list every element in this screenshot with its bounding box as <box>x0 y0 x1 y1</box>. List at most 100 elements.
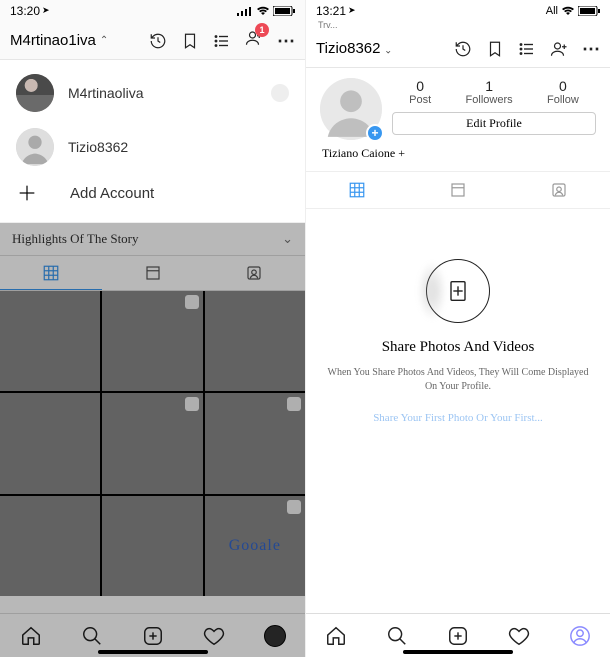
status-icons: All <box>546 5 600 17</box>
multi-post-icon <box>185 295 199 309</box>
account-option-primary[interactable]: M4rtinaoliva <box>0 66 305 120</box>
bookmark-icon[interactable] <box>181 32 199 50</box>
profile-tab-icon[interactable] <box>569 625 591 647</box>
wifi-icon <box>561 6 575 16</box>
feed-icon <box>449 181 467 199</box>
photo-grid <box>0 291 305 596</box>
stat-posts[interactable]: 0Post <box>409 78 431 106</box>
activity-icon[interactable] <box>508 625 530 647</box>
tagged-icon <box>550 181 568 199</box>
status-bar: 13:20 ➤ <box>0 0 305 22</box>
photo-thumbnail[interactable] <box>0 496 100 596</box>
multi-post-icon <box>287 397 301 411</box>
display-name: Tiziano Caione + <box>306 144 610 171</box>
profile-tabs <box>306 171 610 209</box>
tab-grid[interactable] <box>0 256 102 290</box>
network-label: All <box>546 5 558 17</box>
account-switcher[interactable]: M4rtinao1iva ⌃ <box>10 32 108 49</box>
home-icon[interactable] <box>325 625 347 647</box>
chevron-down-icon: ⌄ <box>282 231 293 247</box>
battery-icon <box>273 6 295 16</box>
multi-post-icon <box>185 397 199 411</box>
header-username: M4rtinao1iva <box>10 32 96 49</box>
tab-grid[interactable] <box>306 172 407 208</box>
discover-people-button[interactable]: 1 <box>245 29 263 52</box>
more-icon[interactable]: ⋯ <box>277 32 295 50</box>
profile-avatar[interactable]: + <box>320 78 382 140</box>
photo-thumbnail[interactable] <box>205 393 305 493</box>
add-post-icon[interactable] <box>447 625 469 647</box>
notification-badge: 1 <box>255 23 269 37</box>
account-option-secondary[interactable]: Tizio8362 <box>0 120 305 174</box>
empty-subtitle: When You Share Photos And Videos, They W… <box>326 366 590 394</box>
chevron-down-icon: ⌃ <box>100 35 108 46</box>
profile-summary: + 0Post 1Followers 0Follow Edit Profile <box>306 68 610 144</box>
home-icon[interactable] <box>20 625 42 647</box>
photo-thumbnail[interactable] <box>102 496 202 596</box>
list-icon[interactable] <box>518 40 536 58</box>
stats-row: 0Post 1Followers 0Follow <box>392 78 596 106</box>
tab-feed[interactable] <box>102 256 204 290</box>
status-bar: 13:21 ➤ All <box>306 0 610 22</box>
battery-icon <box>578 6 600 16</box>
account-switcher[interactable]: Tizio8362 ⌃ <box>316 40 393 57</box>
highlights-label: Highlights Of The Story <box>12 231 139 247</box>
history-icon[interactable] <box>454 40 472 58</box>
selected-indicator <box>271 84 289 102</box>
account-name: Tizio8362 <box>68 139 128 155</box>
plus-icon <box>16 182 38 204</box>
account-menu: M4rtinaoliva Tizio8362 Add Account <box>0 60 305 223</box>
chevron-down-icon: ⌃ <box>384 43 392 54</box>
signal-icon <box>237 6 253 16</box>
profile-tab-icon[interactable] <box>264 625 286 647</box>
tab-feed[interactable] <box>407 172 508 208</box>
wifi-icon <box>256 6 270 16</box>
history-icon[interactable] <box>149 32 167 50</box>
highlights-header[interactable]: Highlights Of The Story ⌄ <box>0 223 305 255</box>
profile-body-dimmed: Highlights Of The Story ⌄ <box>0 223 305 596</box>
home-indicator <box>98 650 208 654</box>
profile-header: M4rtinao1iva ⌃ 1 ⋯ <box>0 22 305 60</box>
add-post-icon[interactable] <box>142 625 164 647</box>
profile-header: Tizio8362 ⌃ ⋯ <box>306 30 610 68</box>
empty-state-icon <box>426 259 490 323</box>
plus-square-icon <box>444 277 472 305</box>
header-username: Tizio8362 <box>316 40 380 57</box>
clock: 13:20 <box>10 4 40 18</box>
feed-icon <box>144 264 162 282</box>
add-story-plus-icon[interactable]: + <box>366 124 384 142</box>
discover-people-icon[interactable] <box>550 40 568 58</box>
add-account-label: Add Account <box>70 185 154 202</box>
status-icons <box>237 6 295 16</box>
profile-tabs <box>0 255 305 291</box>
grid-icon <box>42 264 60 282</box>
photo-thumbnail[interactable] <box>0 291 100 391</box>
multi-post-icon <box>287 500 301 514</box>
breadcrumb-hint: Trv... <box>306 20 610 30</box>
empty-title: Share Photos And Videos <box>326 339 590 356</box>
tab-tagged[interactable] <box>203 256 305 290</box>
tagged-icon <box>245 264 263 282</box>
photo-thumbnail[interactable] <box>205 496 305 596</box>
add-account-button[interactable]: Add Account <box>0 174 305 212</box>
grid-icon <box>348 181 366 199</box>
avatar <box>16 74 54 112</box>
empty-profile-state: Share Photos And Videos When You Share P… <box>306 209 610 424</box>
location-arrow-icon: ➤ <box>348 5 356 16</box>
edit-profile-button[interactable]: Edit Profile <box>392 112 596 135</box>
photo-thumbnail[interactable] <box>102 291 202 391</box>
tab-tagged[interactable] <box>509 172 610 208</box>
stat-followers[interactable]: 1Followers <box>466 78 513 106</box>
photo-thumbnail[interactable] <box>0 393 100 493</box>
activity-icon[interactable] <box>203 625 225 647</box>
photo-thumbnail[interactable] <box>102 393 202 493</box>
search-icon[interactable] <box>386 625 408 647</box>
share-first-link[interactable]: Share Your First Photo Or Your First... <box>326 412 590 424</box>
search-icon[interactable] <box>81 625 103 647</box>
clock: 13:21 <box>316 4 346 18</box>
stat-following[interactable]: 0Follow <box>547 78 579 106</box>
list-icon[interactable] <box>213 32 231 50</box>
bookmark-icon[interactable] <box>486 40 504 58</box>
more-icon[interactable]: ⋯ <box>582 40 600 58</box>
photo-thumbnail[interactable] <box>205 291 305 391</box>
